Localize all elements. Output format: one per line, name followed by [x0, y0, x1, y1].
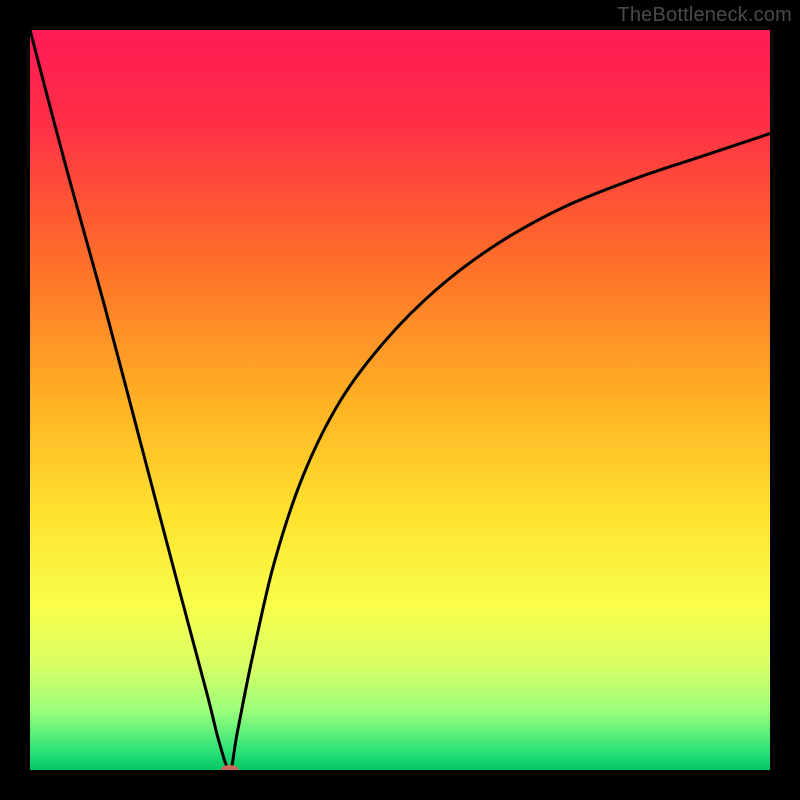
watermark-label: TheBottleneck.com — [617, 4, 792, 27]
plot-area — [30, 30, 770, 770]
gradient-background — [30, 30, 770, 770]
plot-svg — [30, 30, 770, 770]
chart-frame: TheBottleneck.com — [0, 0, 800, 800]
